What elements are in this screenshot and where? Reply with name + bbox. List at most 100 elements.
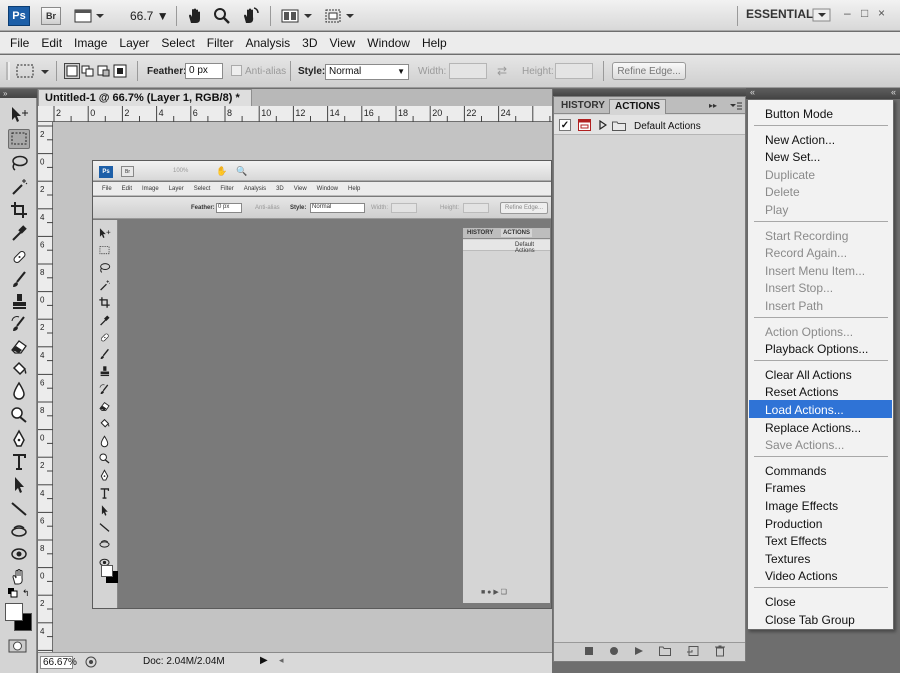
eyedropper-tool-icon[interactable]: [8, 223, 30, 243]
anti-alias-checkbox[interactable]: [231, 65, 242, 76]
crop-tool-icon[interactable]: [8, 200, 30, 220]
magic-wand-tool-icon[interactable]: [8, 177, 30, 197]
menu-item-frames[interactable]: Frames: [749, 478, 892, 496]
minimize-icon[interactable]: –: [844, 6, 851, 20]
menu-select[interactable]: Select: [155, 36, 200, 50]
bridge-button[interactable]: Br: [41, 7, 61, 25]
history-brush-tool-icon[interactable]: [8, 314, 30, 334]
menu-analysis[interactable]: Analysis: [239, 36, 296, 50]
refine-edge-button[interactable]: Refine Edge...: [612, 62, 686, 80]
record-icon[interactable]: [609, 646, 619, 656]
action-toggle-checkbox[interactable]: ✓: [559, 119, 571, 131]
status-info-icon[interactable]: [84, 655, 98, 669]
quick-mask-icon[interactable]: [8, 638, 28, 654]
menu-view[interactable]: View: [323, 36, 361, 50]
ruler-origin[interactable]: [40, 108, 51, 120]
menu-item-load-actions[interactable]: Load Actions...: [749, 400, 892, 418]
menu-item-button-mode[interactable]: Button Mode: [749, 104, 892, 122]
panel-expand-icon[interactable]: ▸▸: [709, 101, 717, 110]
height-input[interactable]: [555, 63, 593, 79]
style-select[interactable]: Normal ▼: [325, 64, 409, 80]
swap-colors-icon[interactable]: ↰: [22, 588, 30, 599]
width-input[interactable]: [449, 63, 487, 79]
menu-window[interactable]: Window: [361, 36, 416, 50]
arrange-documents-icon[interactable]: [281, 8, 313, 24]
close-window-icon[interactable]: ×: [878, 6, 885, 20]
default-colors-icon[interactable]: [8, 588, 18, 598]
status-zoom-field[interactable]: 66.67%: [40, 656, 77, 669]
collapse-right-icon[interactable]: «: [891, 87, 896, 97]
selection-mode-new-icon[interactable]: [64, 63, 80, 79]
menu-3d[interactable]: 3D: [296, 36, 323, 50]
feather-input[interactable]: 0 px: [185, 63, 223, 79]
stop-recording-icon[interactable]: [584, 646, 594, 656]
menu-help[interactable]: Help: [416, 36, 453, 50]
menu-item-new-set[interactable]: New Set...: [749, 147, 892, 165]
maximize-icon[interactable]: □: [861, 6, 868, 20]
dock-collapse-bar[interactable]: « «: [746, 87, 900, 99]
blur-tool-icon[interactable]: [8, 381, 30, 401]
menu-edit[interactable]: Edit: [35, 36, 68, 50]
tab-actions[interactable]: ACTIONS: [609, 99, 666, 114]
scroll-left-icon[interactable]: ◂: [279, 655, 284, 666]
type-tool-icon[interactable]: [8, 452, 30, 472]
clone-stamp-tool-icon[interactable]: [8, 292, 30, 312]
hand-tool-icon[interactable]: [186, 7, 204, 25]
menu-item-clear-all-actions[interactable]: Clear All Actions: [749, 365, 892, 383]
selection-mode-intersect-icon[interactable]: [112, 63, 128, 79]
new-set-icon[interactable]: [659, 646, 671, 656]
path-selection-tool-icon[interactable]: [8, 475, 30, 495]
pen-tool-icon[interactable]: [8, 429, 30, 449]
screen-mode-toggle-icon[interactable]: [324, 8, 356, 24]
menu-image[interactable]: Image: [68, 36, 113, 50]
lasso-tool-icon[interactable]: [8, 154, 30, 174]
line-tool-icon[interactable]: [8, 499, 30, 519]
zoom-level-dropdown[interactable]: 66.7 ▼: [130, 9, 169, 23]
panel-menu-icon[interactable]: [729, 100, 743, 112]
swap-dimensions-icon[interactable]: ⇄: [497, 64, 507, 78]
tab-history[interactable]: HISTORY: [556, 99, 610, 114]
selection-mode-subtract-icon[interactable]: [96, 63, 112, 79]
menu-item-video-actions[interactable]: Video Actions: [749, 566, 892, 584]
move-tool-icon[interactable]: [8, 105, 30, 125]
menu-item-close[interactable]: Close: [749, 592, 892, 610]
photoshop-logo-button[interactable]: Ps: [8, 6, 30, 26]
delete-icon[interactable]: [715, 645, 725, 657]
menu-item-text-effects[interactable]: Text Effects: [749, 531, 892, 549]
3d-orbit-tool-icon[interactable]: [8, 544, 30, 564]
selection-mode-add-icon[interactable]: [80, 63, 96, 79]
menu-item-production[interactable]: Production: [749, 514, 892, 532]
menu-item-replace-actions[interactable]: Replace Actions...: [749, 418, 892, 436]
menu-item-textures[interactable]: Textures: [749, 549, 892, 567]
status-menu-arrow-icon[interactable]: ▶: [260, 655, 268, 666]
document-tab[interactable]: Untitled-1 @ 66.7% (Layer 1, RGB/8) * ×: [38, 89, 252, 116]
menu-item-new-action[interactable]: New Action...: [749, 130, 892, 148]
menu-item-image-effects[interactable]: Image Effects: [749, 496, 892, 514]
menu-filter[interactable]: Filter: [201, 36, 240, 50]
marquee-tool-icon[interactable]: [8, 129, 30, 149]
workspace-switcher[interactable]: ESSENTIALS: [746, 7, 821, 21]
zoom-tool-icon[interactable]: [213, 7, 231, 25]
3d-rotate-tool-icon[interactable]: [8, 522, 30, 542]
menu-item-close-tab-group[interactable]: Close Tab Group: [749, 610, 892, 628]
tools-collapse-bar[interactable]: »: [0, 89, 37, 98]
paint-bucket-tool-icon[interactable]: [8, 359, 30, 379]
collapse-left-icon[interactable]: «: [750, 87, 755, 97]
healing-brush-tool-icon[interactable]: [8, 247, 30, 267]
rotate-view-icon[interactable]: [240, 6, 260, 26]
eraser-tool-icon[interactable]: [8, 337, 30, 357]
new-action-icon[interactable]: [687, 646, 699, 656]
expand-triangle-icon[interactable]: [599, 120, 607, 130]
play-icon[interactable]: [634, 646, 644, 656]
workspace-dropdown-icon[interactable]: [812, 8, 832, 22]
menu-item-commands[interactable]: Commands: [749, 461, 892, 479]
menu-layer[interactable]: Layer: [113, 36, 155, 50]
dodge-tool-icon[interactable]: [8, 405, 30, 425]
foreground-color-swatch[interactable]: [5, 603, 23, 621]
screen-mode-icon[interactable]: [74, 8, 104, 24]
menu-item-playback-options[interactable]: Playback Options...: [749, 339, 892, 357]
menu-file[interactable]: File: [4, 36, 35, 50]
dialog-toggle-icon[interactable]: [578, 119, 591, 131]
tool-preset-picker[interactable]: [14, 62, 50, 80]
brush-tool-icon[interactable]: [8, 270, 30, 290]
